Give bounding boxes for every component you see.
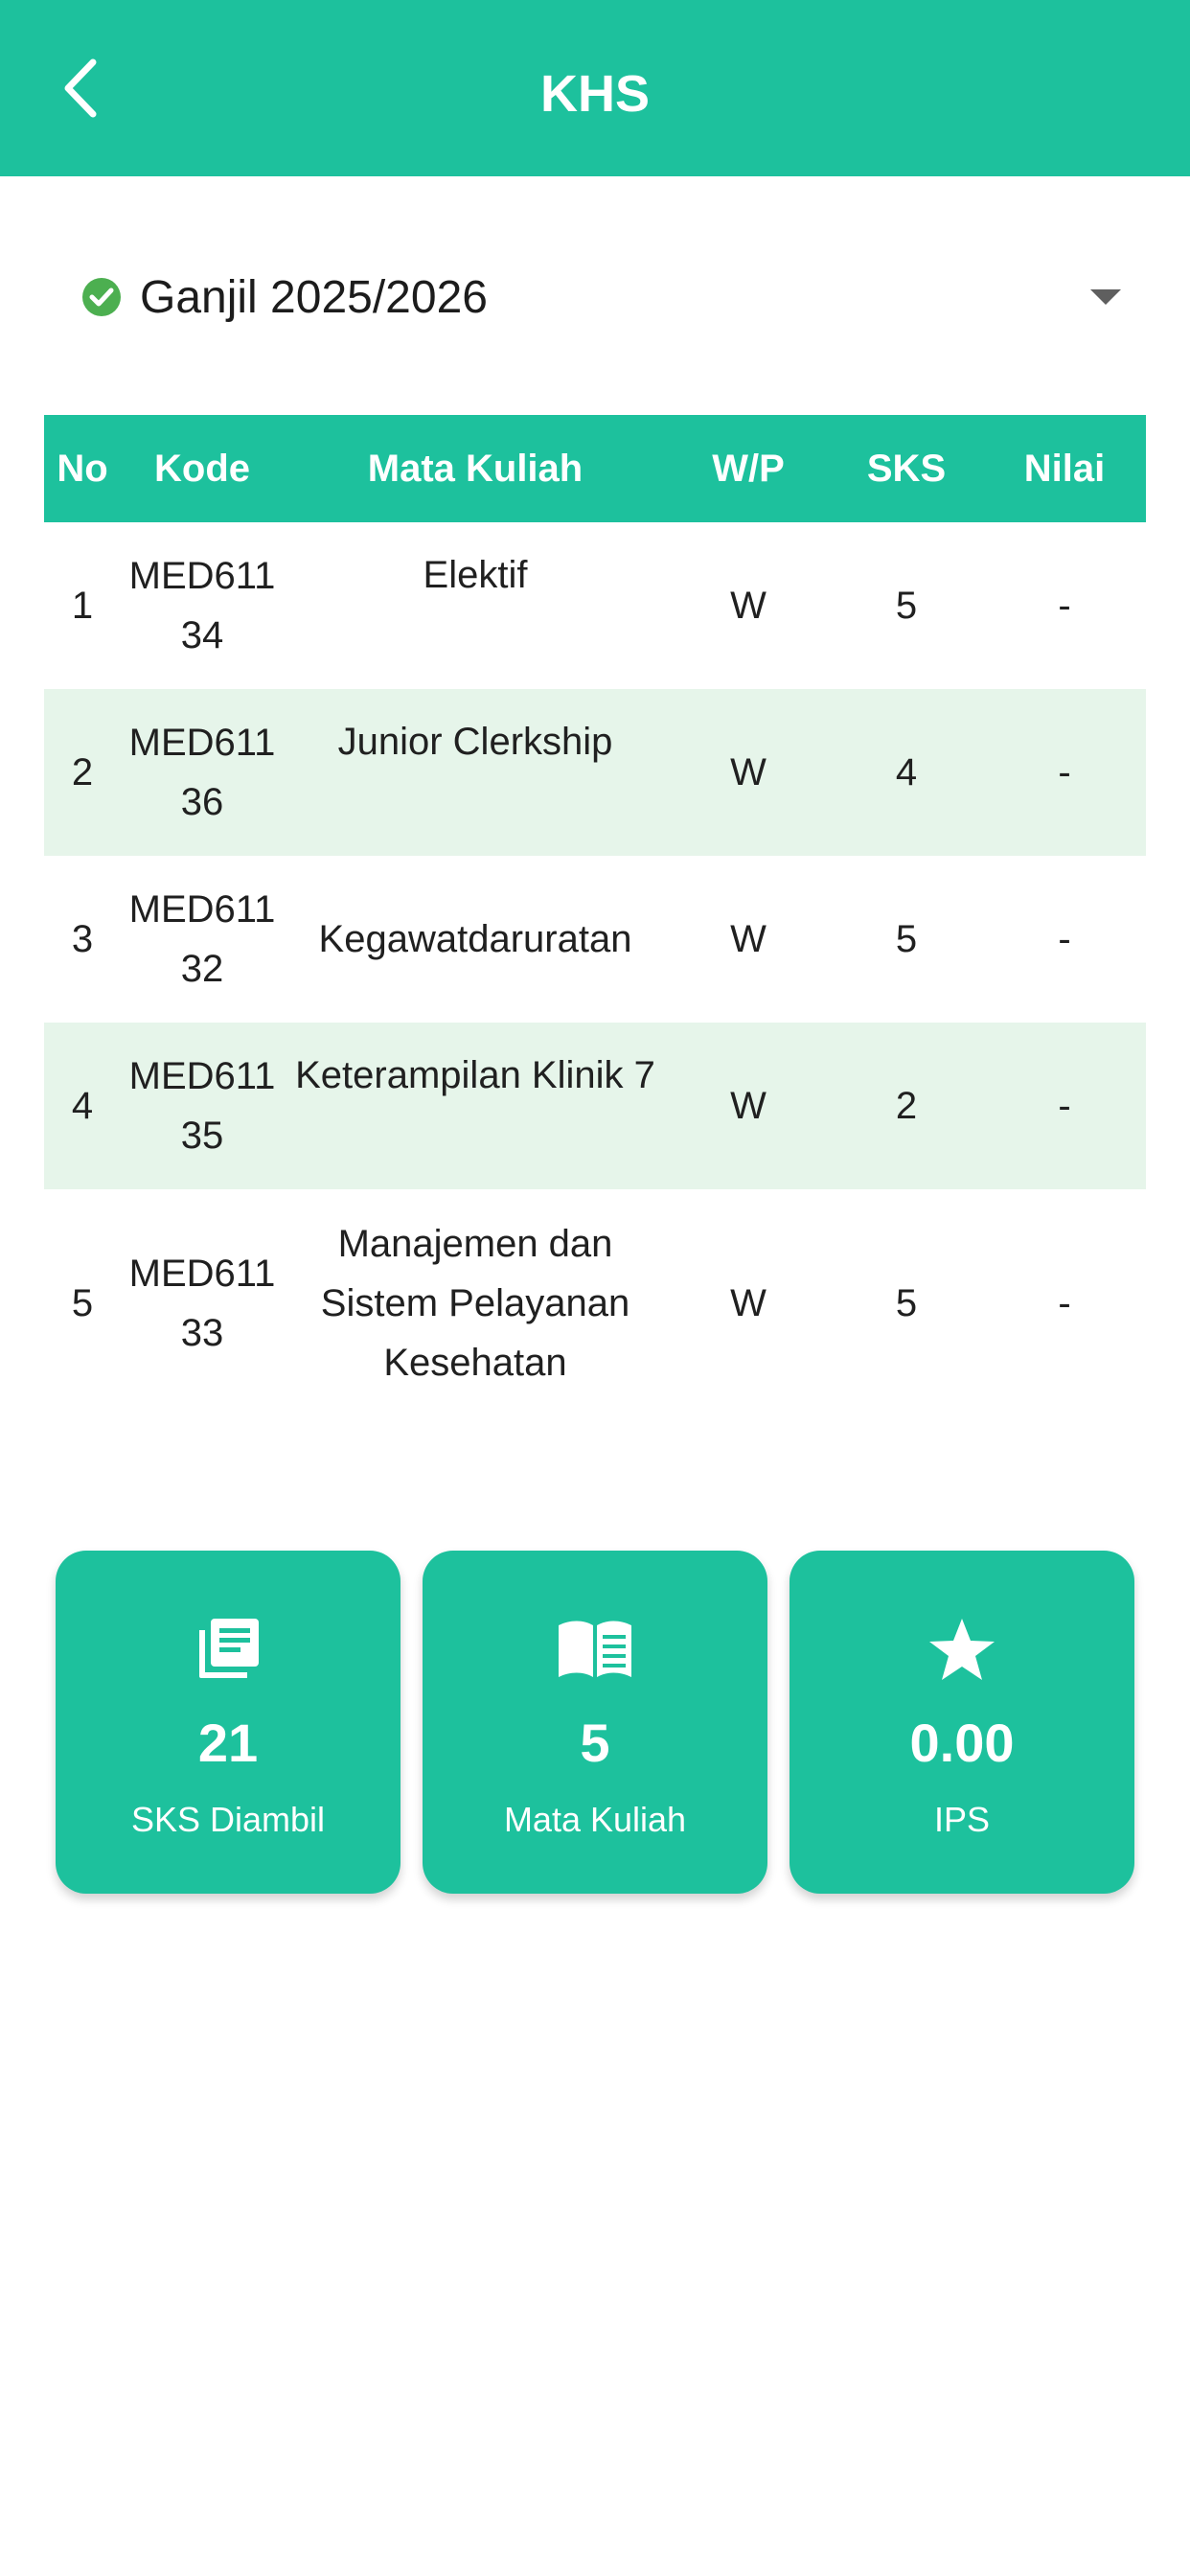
cell-nilai: - [1058,1281,1071,1324]
cell-mata-kuliah: Manajemen dan Sistem Pelayanan Kesehatan [320,1223,630,1384]
mata-kuliah-label: Mata Kuliah [503,1800,687,1839]
cell-no: 3 [71,917,94,960]
sks-label: SKS Diambil [130,1800,326,1839]
cell-sks: 5 [895,917,918,960]
cell-kode: MED611 36 [128,722,276,823]
ips-card: 0.00 IPS [790,1551,1134,1894]
page-title: KHS [539,65,650,123]
cell-wp: W [730,584,767,627]
table-row: 1 MED611 34 Elektif W 5 - [44,522,1146,689]
cell-sks: 4 [895,750,918,794]
cell-no: 4 [71,1084,94,1127]
ips-label: IPS [933,1800,991,1839]
cell-sks: 2 [895,1084,918,1127]
cell-kode: MED611 32 [128,888,276,990]
star-icon [790,1606,1134,1692]
cell-mata-kuliah: Elektif [423,554,528,596]
cell-no: 2 [71,750,94,794]
header-no: No [57,447,108,490]
cell-kode: MED611 33 [128,1253,276,1354]
cell-no: 5 [71,1281,94,1324]
cell-nilai: - [1058,1084,1071,1127]
cell-sks: 5 [895,584,918,627]
header-wp: W/P [712,447,785,490]
header-kode: Kode [154,447,250,490]
table-row: 3 MED611 32 Kegawatdaruratan W 5 - [44,856,1146,1023]
table-header: No Kode Mata Kuliah W/P SKS Nilai [44,415,1146,522]
chevron-left-icon [64,58,97,118]
mata-kuliah-card: 5 Mata Kuliah [423,1551,767,1894]
dropdown-arrow-icon [1090,289,1121,305]
semester-dropdown[interactable]: Ganjil 2025/2026 [69,249,1123,345]
header-mata-kuliah: Mata Kuliah [367,447,584,490]
cell-wp: W [730,917,767,960]
app-bar: KHS [0,0,1190,176]
open-book-icon [423,1606,767,1692]
cell-wp: W [730,1084,767,1127]
library-books-icon [56,1606,400,1692]
mata-kuliah-value: 5 [580,1713,610,1773]
cell-mata-kuliah: Junior Clerkship [337,721,613,763]
cell-sks: 5 [895,1281,918,1324]
cell-no: 1 [71,584,94,627]
sks-value: 21 [197,1713,259,1773]
cell-kode: MED611 34 [128,555,276,656]
cell-wp: W [730,1281,767,1324]
table-row: 4 MED611 35 Keterampilan Klinik 7 W 2 - [44,1023,1146,1189]
grades-table: No Kode Mata Kuliah W/P SKS Nilai 1 MED6… [44,415,1146,1417]
header-nilai: Nilai [1023,447,1106,490]
cell-mata-kuliah: Keterampilan Klinik 7 [295,1054,655,1096]
table-row: 5 MED611 33 Manajemen dan Sistem Pelayana… [44,1189,1146,1417]
table-row: 2 MED611 36 Junior Clerkship W 4 - [44,689,1146,856]
cell-mata-kuliah: Kegawatdaruratan [318,918,632,960]
cell-nilai: - [1058,750,1071,794]
sks-diambil-card: 21 SKS Diambil [56,1551,400,1894]
check-circle-icon [82,278,121,316]
semester-label: Ganjil 2025/2026 [140,271,488,323]
cell-nilai: - [1058,917,1071,960]
back-button[interactable] [42,50,119,126]
cell-nilai: - [1058,584,1071,627]
cell-wp: W [730,750,767,794]
header-sks: SKS [866,447,947,490]
ips-value: 0.00 [909,1713,1015,1773]
cell-kode: MED611 35 [128,1055,276,1157]
summary-cards: 21 SKS Diambil 5 Mata Kuliah 0.00 IPS [56,1551,1134,1894]
